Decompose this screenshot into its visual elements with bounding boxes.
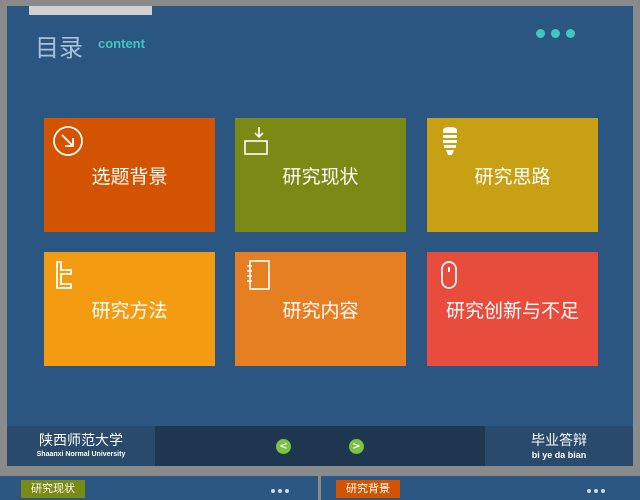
strip-divider bbox=[318, 476, 321, 500]
arrow-circle-icon bbox=[53, 126, 83, 156]
tile-innovation-limitations[interactable]: 研究创新与不足 bbox=[427, 252, 598, 366]
thumb-tag-research-background[interactable]: 研究背景 bbox=[336, 480, 400, 498]
page-title: 目录 bbox=[35, 34, 83, 62]
mouse-icon bbox=[441, 261, 457, 289]
tile-label: 研究思路 bbox=[474, 166, 551, 188]
top-tab bbox=[29, 6, 152, 15]
more-dots-icon[interactable] bbox=[536, 29, 575, 38]
org-block: 陕西师范大学 Shaanxi Normal University bbox=[7, 426, 155, 466]
tile-label: 研究方法 bbox=[91, 300, 168, 322]
tile-research-content[interactable]: 研究内容 bbox=[235, 252, 406, 366]
prev-button[interactable]: < bbox=[276, 439, 291, 454]
notebook-icon bbox=[247, 260, 270, 290]
defense-title: 毕业答辩 bbox=[531, 433, 587, 449]
tile-label: 研究创新与不足 bbox=[445, 300, 579, 322]
tile-topic-background[interactable]: 选题背景 bbox=[44, 118, 215, 232]
tile-research-status[interactable]: 研究现状 bbox=[235, 118, 406, 232]
thumb-more-dots-icon[interactable] bbox=[271, 489, 289, 493]
defense-pinyin: bi ye da bian bbox=[531, 450, 587, 460]
download-tray-icon bbox=[244, 127, 268, 155]
tile-t-icon bbox=[56, 261, 72, 289]
defense-block: 毕业答辩 bi ye da bian bbox=[485, 426, 633, 466]
org-name-en: Shaanxi Normal University bbox=[36, 451, 126, 458]
thumbnail-strip: 研究现状 研究背景 bbox=[0, 476, 640, 500]
thumb-tag-research-status[interactable]: 研究现状 bbox=[21, 480, 85, 498]
lightbulb-icon bbox=[443, 127, 457, 155]
tile-label: 研究内容 bbox=[282, 300, 359, 322]
page-subtitle: content bbox=[98, 36, 145, 51]
tile-research-approach[interactable]: 研究思路 bbox=[427, 118, 598, 232]
tile-label: 选题背景 bbox=[91, 166, 168, 188]
tile-research-method[interactable]: 研究方法 bbox=[44, 252, 215, 366]
footer-bar: 陕西师范大学 Shaanxi Normal University < > 毕业答… bbox=[7, 426, 633, 466]
tile-label: 研究现状 bbox=[282, 166, 359, 188]
slide: 目录 content 选题背景 研究现状 研究思路 研究方法 研究内容 研究创新… bbox=[7, 6, 633, 466]
org-name: 陕西师范大学 bbox=[39, 433, 123, 449]
next-button[interactable]: > bbox=[349, 439, 364, 454]
thumb-more-dots-icon[interactable] bbox=[587, 489, 605, 493]
